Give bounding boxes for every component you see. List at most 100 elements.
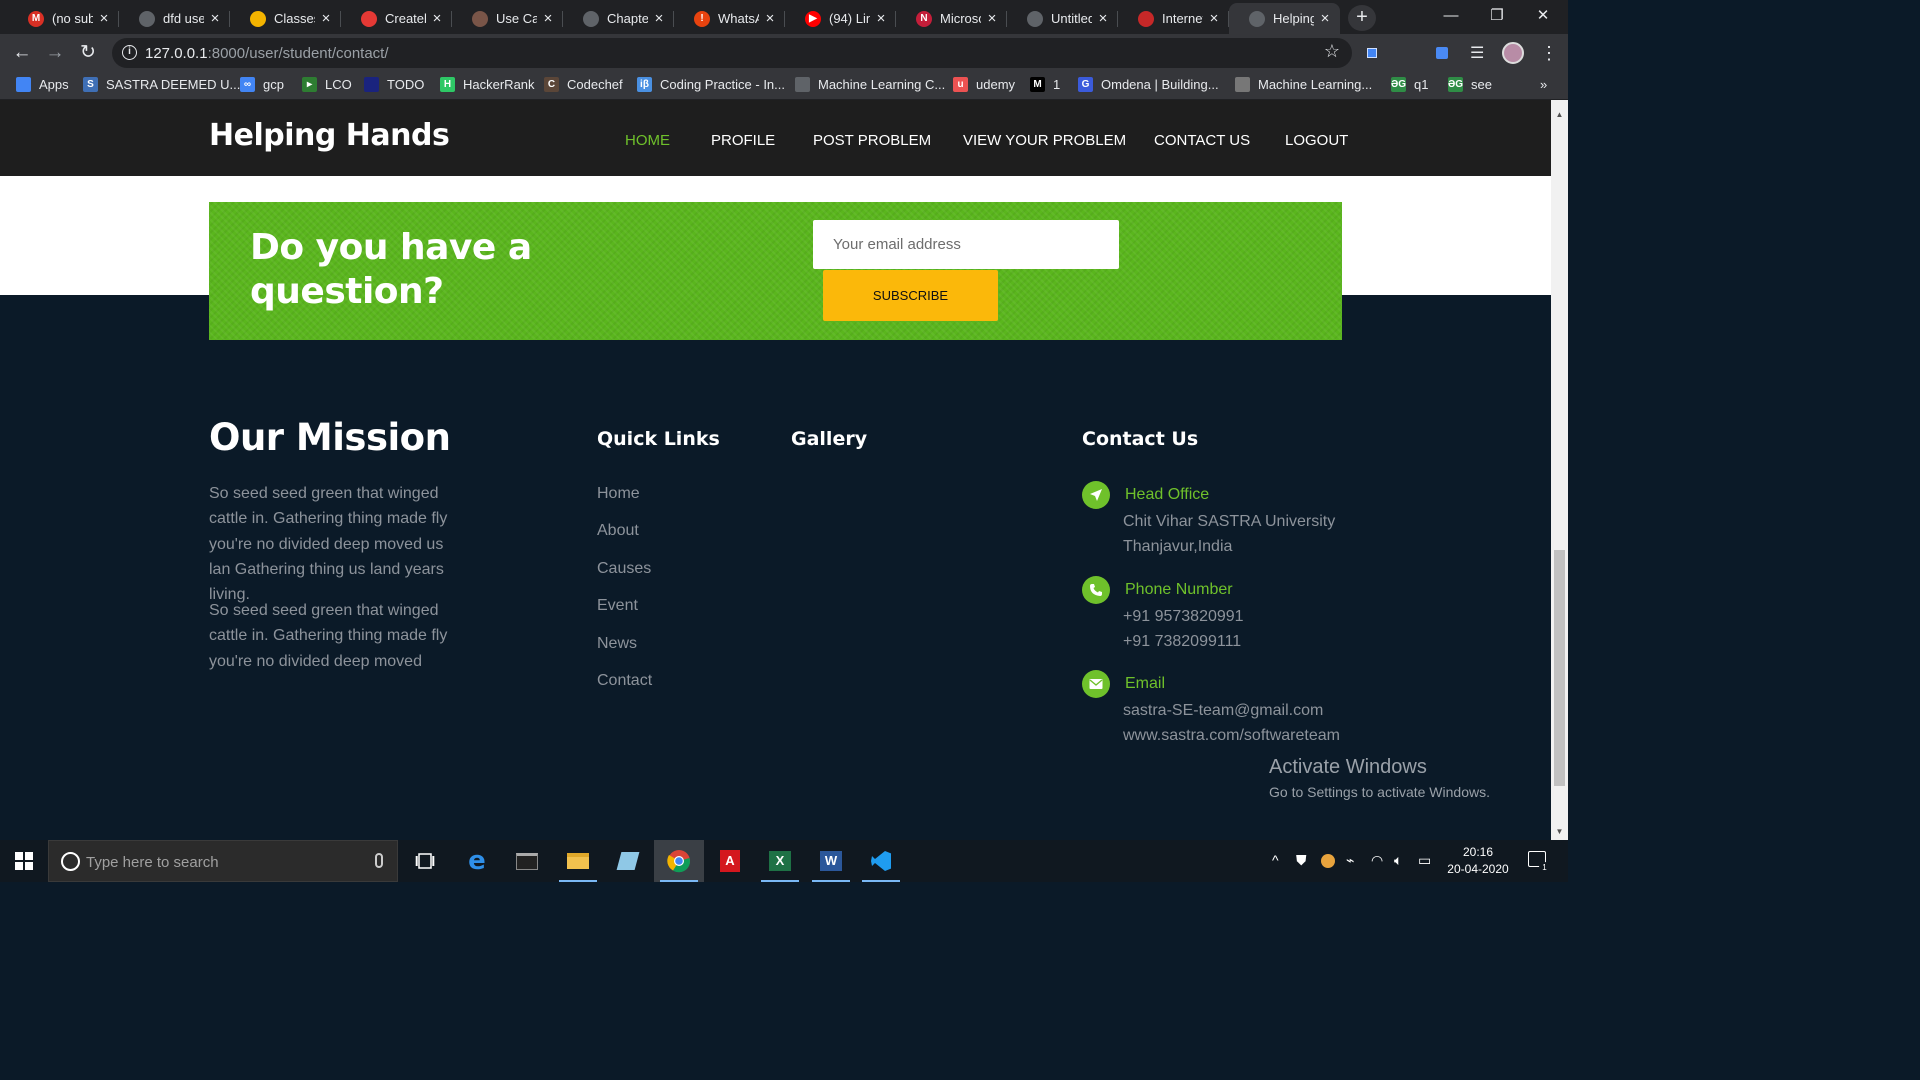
scroll-up-icon[interactable]: ▲ [1554, 110, 1565, 119]
windows-start-icon[interactable] [0, 840, 48, 882]
bookmark-item[interactable]: ∞ gcp [240, 77, 284, 92]
tab-close-icon[interactable]: × [652, 10, 666, 27]
quick-link-about[interactable]: About [597, 522, 639, 540]
browser-tab[interactable]: Internet × [1118, 3, 1229, 34]
tab-close-icon[interactable]: × [541, 10, 555, 27]
alert-icon: ! [694, 10, 710, 27]
subscribe-section: Do you have a question? SUBSCRIBE [209, 202, 1342, 340]
tab-close-icon[interactable]: × [874, 10, 888, 27]
microphone-icon[interactable] [375, 853, 383, 868]
browser-tab[interactable]: Chapter × [563, 3, 674, 34]
browser-tab[interactable]: Use Case × [452, 3, 563, 34]
bookmark-item[interactable]: ƏG q1 [1391, 77, 1428, 92]
quick-link-causes[interactable]: Causes [597, 560, 651, 578]
browser-tab[interactable]: N Microso × [896, 3, 1007, 34]
site-brand[interactable]: Helping Hands [209, 118, 450, 153]
bookmark-item[interactable]: M1 [1030, 77, 1060, 92]
tab-close-icon[interactable]: × [208, 10, 222, 27]
reload-icon[interactable]: ↻ [74, 40, 102, 66]
minimize-icon[interactable]: — [1428, 0, 1474, 32]
forward-icon[interactable]: → [41, 40, 69, 66]
email-line-1[interactable]: sastra-SE-team@gmail.com [1123, 702, 1323, 720]
bookmark-item[interactable]: u udemy [953, 77, 1015, 92]
volume-icon[interactable]: 🔈︎ [1394, 852, 1402, 869]
bookmark-item[interactable]: S SASTRA DEEMED U... [83, 77, 240, 92]
browser-tab[interactable]: M (no subj × [8, 3, 119, 34]
quick-link-event[interactable]: Event [597, 597, 638, 615]
bookmarks-overflow-icon[interactable]: » [1540, 77, 1547, 92]
task-view-icon[interactable] [400, 840, 450, 882]
close-window-icon[interactable]: ✕ [1520, 0, 1566, 32]
word-icon[interactable]: W [806, 840, 856, 882]
quick-link-home[interactable]: Home [597, 485, 640, 503]
bookmark-item[interactable]: TODO [364, 77, 424, 92]
tab-close-icon[interactable]: × [1096, 10, 1110, 27]
bookmark-item[interactable]: Machine Learning C... [795, 77, 945, 92]
browser-tab[interactable]: dfd user × [119, 3, 230, 34]
tab-close-icon[interactable]: × [985, 10, 999, 27]
extension-icon[interactable] [1362, 43, 1382, 63]
excel-icon[interactable]: X [755, 840, 805, 882]
bookmark-item[interactable]: ƏG see [1448, 77, 1492, 92]
email-input[interactable] [813, 220, 1119, 269]
nav-home[interactable]: HOME [625, 132, 670, 149]
tab-close-icon[interactable]: × [1207, 10, 1221, 27]
nav-view-your-problem[interactable]: VIEW YOUR PROBLEM [963, 132, 1126, 149]
battery-icon[interactable]: ▭ [1418, 852, 1431, 869]
browser-tab[interactable]: Untitled × [1007, 3, 1118, 34]
bookmark-item[interactable]: ▸ LCO [302, 77, 352, 92]
taskbar-clock[interactable]: 20:16 20-04-2020 [1440, 844, 1516, 878]
email-line-2[interactable]: www.sastra.com/softwareteam [1123, 727, 1340, 745]
scrollbar-thumb[interactable] [1554, 550, 1565, 786]
tray-app-icon[interactable] [1321, 854, 1335, 868]
tab-close-icon[interactable]: × [97, 10, 111, 27]
tab-close-icon[interactable]: × [1318, 10, 1332, 27]
site-info-icon[interactable]: i [122, 45, 137, 60]
nav-logout[interactable]: LOGOUT [1285, 132, 1348, 149]
browser-tab[interactable]: Classes × [230, 3, 341, 34]
menu-kebab-icon[interactable]: ⋮ [1540, 43, 1560, 63]
file-explorer-icon[interactable] [553, 840, 603, 882]
extension-pen-icon[interactable] [1430, 43, 1450, 63]
tab-close-icon[interactable]: × [763, 10, 777, 27]
browser-tab[interactable]: ▶ (94) Line × [785, 3, 896, 34]
address-bar[interactable]: i 127.0.0.1:8000/user/student/contact/ ☆ [112, 38, 1352, 68]
taskbar-search[interactable]: Type here to search [48, 840, 398, 882]
bookmark-star-icon[interactable]: ☆ [1324, 41, 1340, 62]
bookmark-item[interactable]: G Omdena | Building... [1078, 77, 1219, 92]
profile-avatar[interactable] [1502, 42, 1524, 64]
bookmark-item[interactable]: Apps [16, 77, 69, 92]
tab-close-icon[interactable]: × [319, 10, 333, 27]
quick-link-contact[interactable]: Contact [597, 672, 652, 690]
tray-chevron-icon[interactable]: ^ [1272, 852, 1279, 868]
wifi-icon[interactable]: ◠ [1371, 852, 1383, 869]
chrome-icon[interactable] [654, 840, 704, 882]
network-off-icon[interactable]: ⌁ [1346, 852, 1354, 869]
quick-link-news[interactable]: News [597, 635, 637, 653]
scroll-down-icon[interactable]: ▼ [1554, 827, 1565, 836]
edge-icon[interactable]: e [452, 840, 502, 882]
browser-tab[interactable]: Creately × [341, 3, 452, 34]
back-icon[interactable]: ← [8, 40, 36, 66]
defender-shield-icon[interactable]: ⛊ [1296, 852, 1307, 869]
browser-tab[interactable]: Helping × [1229, 3, 1340, 34]
media-control-icon[interactable]: ☰ [1470, 43, 1490, 63]
bookmark-item[interactable]: Machine Learning... [1235, 77, 1372, 92]
subscribe-button[interactable]: SUBSCRIBE [823, 270, 998, 321]
notes-app-icon[interactable] [603, 840, 653, 882]
new-tab-button[interactable]: + [1348, 5, 1376, 31]
url-text[interactable]: 127.0.0.1:8000/user/student/contact/ [145, 45, 389, 62]
nav-post-problem[interactable]: POST PROBLEM [813, 132, 931, 149]
nav-profile[interactable]: PROFILE [711, 132, 775, 149]
bookmark-item[interactable]: iβ Coding Practice - In... [637, 77, 785, 92]
nav-contact-us[interactable]: CONTACT US [1154, 132, 1250, 149]
tab-close-icon[interactable]: × [430, 10, 444, 27]
bookmark-item[interactable]: C Codechef [544, 77, 623, 92]
vscode-icon[interactable] [856, 840, 906, 882]
acrobat-icon[interactable]: A [705, 840, 755, 882]
bookmark-item[interactable]: H HackerRank [440, 77, 535, 92]
page-scrollbar[interactable]: ▲ ▼ [1551, 100, 1568, 840]
browser-tab[interactable]: ! WhatsAp × [674, 3, 785, 34]
restore-icon[interactable]: ❐ [1474, 0, 1520, 32]
terminal-icon[interactable] [502, 840, 552, 882]
